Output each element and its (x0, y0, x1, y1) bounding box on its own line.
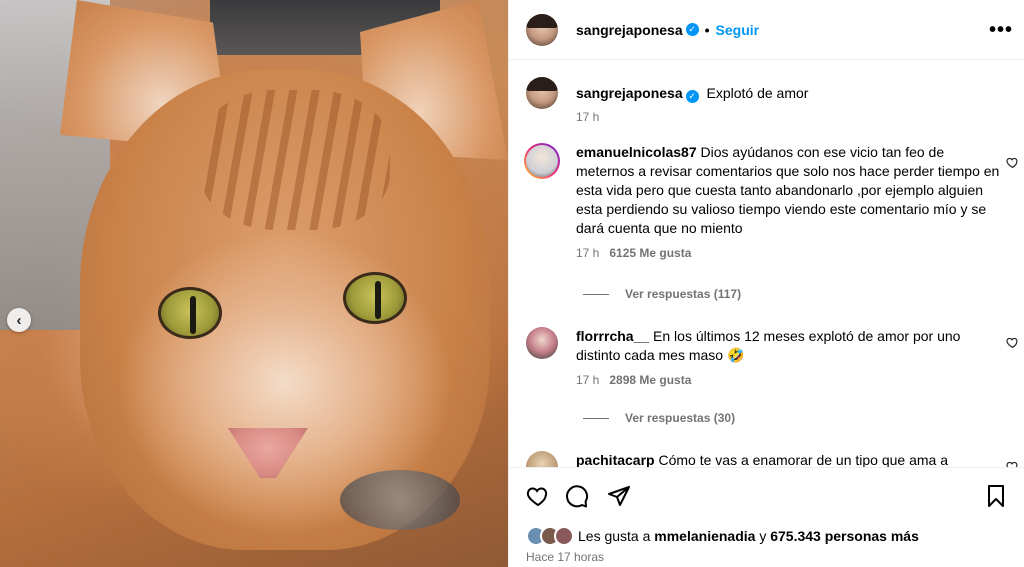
view-replies-button[interactable]: Ver respuestas (30) (583, 411, 735, 425)
comment-item: florrrcha__ En los últimos 12 meses expl… (526, 327, 1006, 390)
emoji: 🤣 (726, 347, 745, 363)
comment-text: Cómo te vas a enamorar de un tipo que am… (658, 452, 948, 467)
liker-username[interactable]: mmelanienadia (654, 528, 755, 544)
comment-time: 17 h (576, 246, 600, 260)
likes-conj: y (759, 528, 767, 544)
heart-icon[interactable] (1006, 156, 1019, 169)
heart-icon[interactable] (1006, 460, 1019, 467)
verified-badge-icon: ✓ (685, 90, 699, 103)
cat-stripes (200, 90, 390, 230)
share-icon[interactable] (607, 484, 631, 508)
comment-likes[interactable]: 6125 Me gusta (609, 246, 691, 260)
caption-username[interactable]: sangrejaponesa (576, 85, 683, 101)
likes-others[interactable]: 675.343 personas más (770, 528, 919, 544)
commenter-avatar[interactable] (526, 451, 558, 467)
comment-username[interactable]: pachitacarp (576, 452, 655, 467)
commenter-avatar[interactable] (526, 327, 558, 359)
view-replies-label: Ver respuestas (117) (625, 287, 742, 301)
author-username[interactable]: sangrejaponesa (576, 22, 683, 38)
bookmark-icon[interactable] (984, 484, 1008, 508)
follow-button[interactable]: Seguir (716, 22, 760, 38)
verified-badge-icon: ✓ (685, 23, 699, 36)
separator-dot: • (704, 21, 710, 38)
likes-prefix: Les gusta a (578, 528, 651, 544)
comment-item: pachitacarp Cómo te vas a enamorar de un… (526, 451, 1006, 467)
comments-list[interactable]: sangrejaponesa ✓ Explotó de amor 17 h ema… (509, 61, 1024, 467)
instagram-post-view: ‹ sangrejaponesa ✓ • Seguir ••• sangreja… (0, 0, 1024, 567)
comment-likes[interactable]: 2898 Me gusta (609, 373, 691, 387)
post-actions: Les gusta a mmelanienadia y 675.343 pers… (509, 467, 1024, 567)
likes-summary[interactable]: Les gusta a mmelanienadia y 675.343 pers… (526, 526, 919, 546)
heart-icon[interactable] (526, 484, 550, 508)
caption-time: 17 h (576, 110, 600, 124)
comment-username[interactable]: emanuelnicolas87 (576, 144, 697, 160)
chevron-left-icon[interactable]: ‹ (7, 308, 31, 332)
cat-eye-left (158, 287, 222, 339)
comment-time: 17 h (576, 373, 600, 387)
heart-icon[interactable] (1006, 336, 1019, 349)
view-replies-label: Ver respuestas (30) (625, 411, 736, 425)
view-replies-button[interactable]: Ver respuestas (117) (583, 287, 741, 301)
comment-item: emanuelnicolas87 Dios ayúdanos con ese v… (526, 143, 1006, 263)
caption-text: Explotó de amor (706, 85, 809, 101)
post-caption: sangrejaponesa ✓ Explotó de amor 17 h (526, 77, 1006, 127)
comment-username[interactable]: florrrcha__ (576, 328, 649, 344)
post-time: Hace 17 horas (526, 550, 605, 564)
commenter-avatar[interactable] (524, 143, 560, 179)
cat-collar (340, 470, 460, 530)
post-photo: ‹ (0, 0, 508, 567)
author-avatar[interactable] (526, 77, 558, 109)
more-options-icon[interactable]: ••• (989, 19, 1013, 42)
liker-avatar (554, 526, 574, 546)
comment-icon[interactable] (565, 484, 589, 508)
post-side-panel: sangrejaponesa ✓ • Seguir ••• sangrejapo… (508, 0, 1024, 567)
author-avatar[interactable] (526, 13, 558, 46)
cat-eye-right (343, 272, 407, 324)
post-header: sangrejaponesa ✓ • Seguir ••• (509, 0, 1024, 60)
